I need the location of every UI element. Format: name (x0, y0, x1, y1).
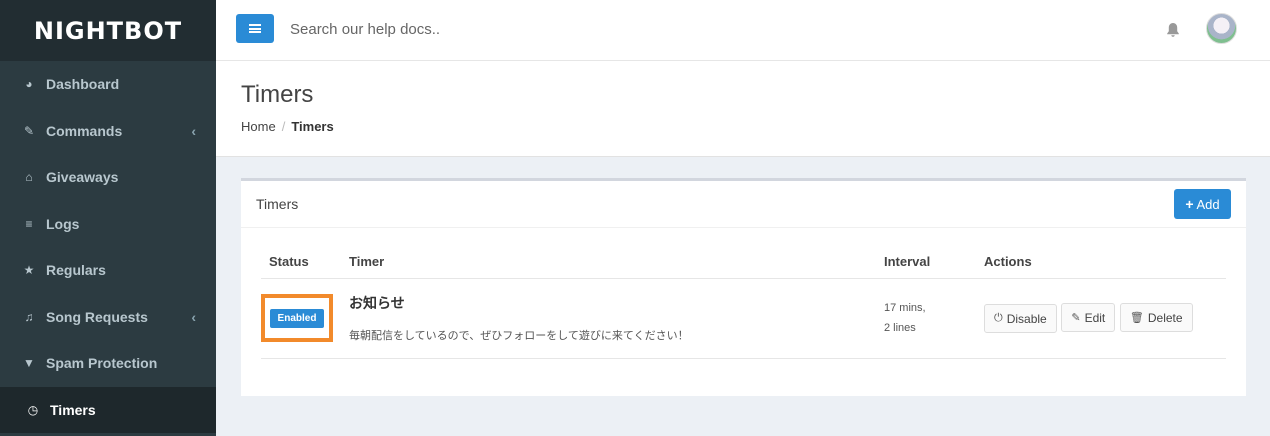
add-button-label: Add (1196, 196, 1220, 212)
sidebar-toggle-button[interactable] (236, 14, 274, 43)
star-icon: ★ (23, 263, 35, 278)
trash-icon: 🗑 (1129, 312, 1144, 324)
search-input[interactable] (278, 12, 758, 46)
sidebar-item-label: Regulars (46, 262, 106, 279)
pencil-icon: ✎ (1071, 312, 1081, 324)
sidebar-item-song-requests[interactable]: ♫ Song Requests ‹ (0, 294, 216, 341)
sidebar-item-timers[interactable]: ◷ Timers (0, 386, 216, 433)
breadcrumb-separator: / (281, 119, 286, 134)
add-timer-button[interactable]: + Add (1174, 189, 1231, 219)
timers-box: Timers + Add Status Timer Interval Actio… (241, 178, 1246, 396)
bell-icon[interactable] (1165, 21, 1181, 39)
interval-lines: 2 lines (884, 322, 916, 334)
database-icon: ≡ (25, 216, 33, 231)
content-header: Timers Home / Timers (216, 61, 1270, 157)
sidebar-item-label: Timers (50, 401, 96, 418)
hamburger-icon (249, 24, 261, 33)
column-header-status: Status (261, 246, 341, 279)
delete-button[interactable]: 🗑 Delete (1119, 303, 1193, 332)
column-header-timer: Timer (341, 246, 876, 279)
breadcrumb-current: Timers (291, 119, 334, 134)
delete-button-label: Delete (1147, 310, 1183, 325)
sidebar-item-logs[interactable]: ≡ Logs (0, 201, 216, 248)
nightbot-logo[interactable]: NIGHTBOT (0, 0, 216, 61)
sidebar-item-label: Spam Protection (46, 355, 158, 372)
sidebar-item-giveaways[interactable]: ⌂ Giveaways (0, 154, 216, 201)
table-header-row: Status Timer Interval Actions (261, 246, 1226, 279)
plus-icon: + (1185, 196, 1194, 212)
status-cell: Enabled (261, 278, 341, 359)
actions-cell: ⏻ Disable ✎ Edit 🗑 Delete (976, 278, 1226, 359)
edit-button[interactable]: ✎ Edit (1061, 303, 1116, 332)
breadcrumb-home-link[interactable]: Home (241, 119, 276, 134)
sidebar-item-label: Logs (46, 215, 80, 232)
interval-cell: 17 mins, 2 lines (876, 278, 976, 359)
column-header-actions: Actions (976, 246, 1226, 279)
timer-name: お知らせ (349, 295, 405, 311)
box-header: Timers + Add (241, 181, 1246, 228)
sidebar-item-spam-protection[interactable]: ▼ Spam Protection (0, 340, 216, 387)
top-header (216, 0, 1270, 61)
table-row: Enabled お知らせ 毎朝配信をしているので、ぜひフォローをして遊びに来てく… (261, 278, 1226, 359)
music-icon: ♫ (24, 309, 34, 324)
disable-button[interactable]: ⏻ Disable (984, 304, 1057, 333)
sidebar-menu: ◕ Dashboard ✎ Commands ‹ ⌂ Giveaways ≡ L… (0, 61, 216, 433)
box-title: Timers (256, 196, 299, 212)
chevron-left-icon: ‹ (191, 122, 196, 139)
magic-wand-icon: ✎ (23, 123, 35, 138)
edit-button-label: Edit (1084, 310, 1106, 325)
logo-text: NIGHTBOT (33, 16, 183, 45)
sidebar-item-regulars[interactable]: ★ Regulars (0, 247, 216, 294)
timer-message: 毎朝配信をしているので、ぜひフォローをして遊びに来てください！ (349, 330, 689, 342)
column-header-interval: Interval (876, 246, 976, 279)
sidebar-item-commands[interactable]: ✎ Commands ‹ (0, 108, 216, 155)
timers-table: Status Timer Interval Actions Enabled お知… (261, 246, 1226, 359)
sidebar: NIGHTBOT ◕ Dashboard ✎ Commands ‹ ⌂ Give… (0, 0, 216, 436)
page-title: Timers (241, 81, 314, 108)
status-badge[interactable]: Enabled (269, 308, 325, 328)
dashboard-icon: ◕ (25, 77, 33, 92)
disable-button-label: Disable (1006, 311, 1047, 326)
filter-icon: ▼ (23, 356, 35, 371)
power-icon: ⏻ (994, 312, 1003, 324)
sidebar-item-label: Commands (46, 122, 123, 139)
sidebar-item-label: Dashboard (46, 76, 120, 93)
timer-cell: お知らせ 毎朝配信をしているので、ぜひフォローをして遊びに来てください！ (341, 278, 876, 359)
gift-icon: ⌂ (25, 170, 33, 185)
sidebar-item-label: Giveaways (46, 169, 119, 186)
clock-icon: ◷ (27, 402, 39, 417)
breadcrumb: Home / Timers (241, 119, 334, 134)
status-highlight: Enabled (261, 294, 333, 342)
chevron-left-icon: ‹ (191, 308, 196, 325)
sidebar-item-dashboard[interactable]: ◕ Dashboard (0, 61, 216, 108)
interval-minutes: 17 mins, (884, 302, 926, 314)
avatar[interactable] (1206, 13, 1237, 44)
sidebar-item-label: Song Requests (46, 308, 148, 325)
